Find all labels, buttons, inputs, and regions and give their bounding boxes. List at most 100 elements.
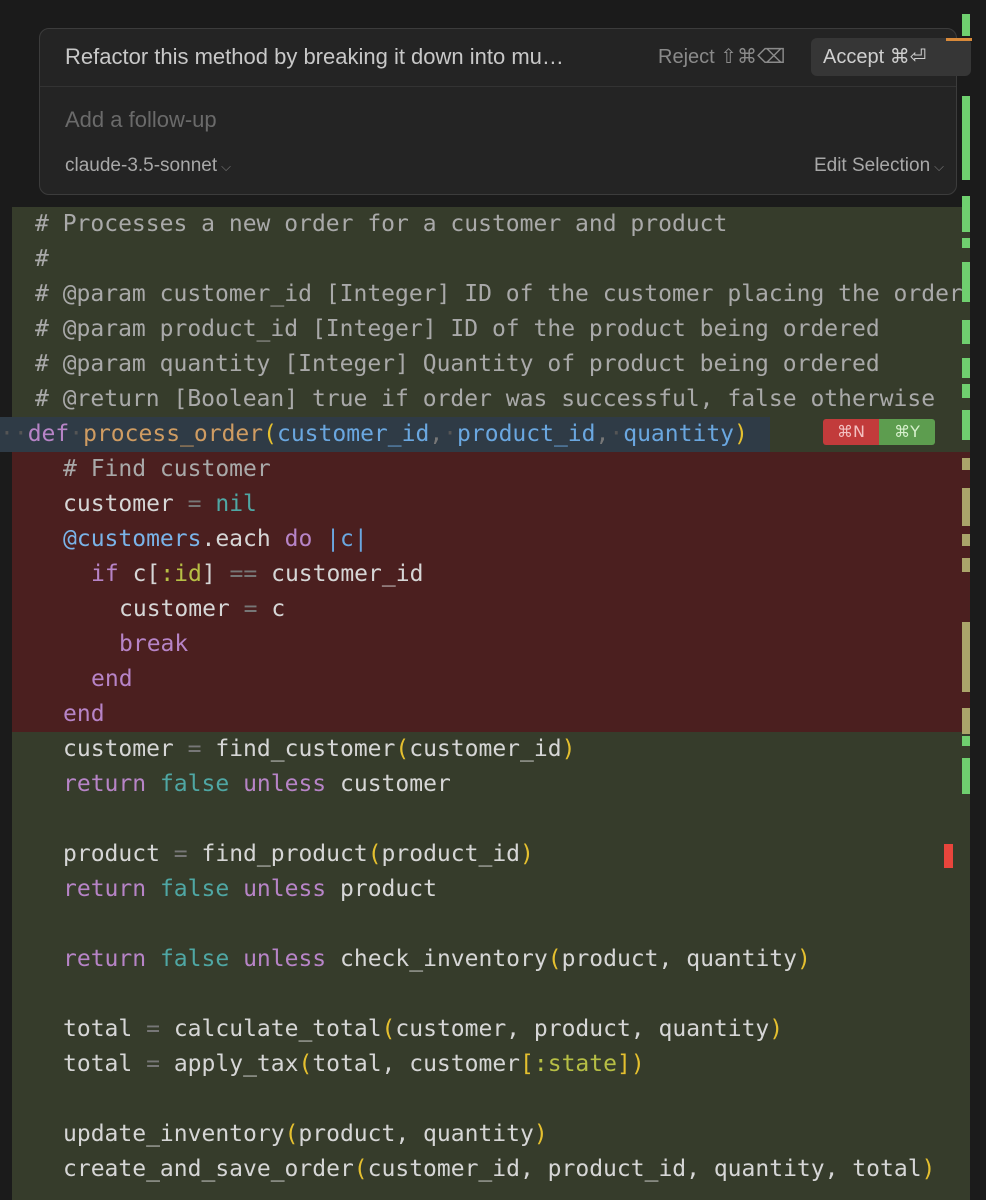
keyword: return	[63, 876, 147, 902]
reject-hunk-badge[interactable]: ⌘N	[823, 419, 879, 445]
comment: # Processes a new order for a customer a…	[35, 211, 728, 237]
identifier: total	[63, 1051, 133, 1077]
argument: product_id	[381, 841, 521, 867]
mode-selector[interactable]: Edit Selection ⌵	[814, 155, 944, 177]
argument: product, quantity	[298, 1121, 534, 1147]
keyword: do	[284, 526, 313, 552]
diff-marker	[962, 534, 970, 546]
code-line: # @param customer_id [Integer] ID of the…	[35, 277, 963, 312]
diff-marker	[962, 558, 970, 572]
identifier: customer_id	[271, 561, 424, 587]
prompt-row: Refactor this method by breaking it down…	[40, 29, 971, 87]
diff-marker	[962, 238, 970, 248]
accept-button[interactable]: Accept ⌘⏎	[811, 38, 971, 76]
literal: false	[159, 876, 230, 902]
added-line: update_inventory(product, quantity)	[63, 1121, 548, 1147]
literal: false	[159, 771, 230, 797]
diff-marker	[962, 758, 970, 794]
keyword: unless	[243, 876, 327, 902]
function-call: find_product	[201, 841, 368, 867]
removed-line: @customers.each do |c|	[63, 522, 368, 557]
reject-button[interactable]: Reject ⇧⌘⌫	[658, 44, 785, 69]
keyword: end	[63, 701, 105, 727]
chevron-down-icon: ⌵	[934, 159, 944, 174]
function-call: create_and_save_order	[63, 1156, 354, 1182]
argument: customer, product, quantity	[395, 1016, 770, 1042]
diff-marker	[962, 196, 970, 232]
instance-var: @customers	[63, 526, 202, 552]
symbol: :id	[160, 561, 202, 587]
model-name: claude-3.5-sonnet	[65, 155, 218, 176]
param: |c|	[326, 526, 368, 552]
keyword: if	[91, 561, 119, 587]
removed-line: end	[63, 697, 105, 732]
added-line: total = apply_tax(total, customer[:state…	[63, 1051, 645, 1077]
error-marker	[944, 844, 953, 868]
diff-marker	[962, 488, 970, 526]
identifier: product	[340, 876, 437, 902]
removed-line: customer = c	[119, 596, 286, 622]
symbol: :state	[533, 1051, 617, 1077]
accept-hunk-badge[interactable]: ⌘Y	[879, 419, 935, 445]
removed-line: customer = nil	[63, 491, 257, 517]
keyword: return	[63, 771, 147, 797]
added-line: return false unless check_inventory(prod…	[63, 946, 811, 972]
chevron-down-icon: ⌵	[221, 159, 231, 174]
identifier: customer	[63, 491, 174, 517]
method: .each	[201, 526, 271, 552]
added-line: return false unless customer	[63, 767, 451, 802]
argument: total, customer	[312, 1051, 521, 1077]
keyword: break	[119, 631, 189, 657]
comment: # @param customer_id [Integer] ID of the…	[35, 281, 963, 307]
keyword: unless	[243, 771, 327, 797]
mode-name: Edit Selection	[813, 155, 931, 176]
prompt-text[interactable]: Refactor this method by breaking it down…	[65, 44, 564, 70]
identifier: product	[63, 841, 160, 867]
added-line: total = calculate_total(customer, produc…	[63, 1016, 784, 1042]
code-line: # @param quantity [Integer] Quantity of …	[35, 347, 880, 382]
function-call: check_inventory	[340, 946, 548, 972]
diff-marker	[962, 96, 970, 180]
added-line: product = find_product(product_id)	[63, 841, 534, 867]
function-call: update_inventory	[63, 1121, 285, 1147]
diff-marker	[962, 458, 970, 470]
code-line: # @param product_id [Integer] ID of the …	[35, 312, 880, 347]
cursor-marker	[946, 38, 972, 41]
keyword: def	[27, 421, 70, 447]
identifier: c	[271, 596, 286, 622]
followup-input[interactable]: Add a follow-up	[65, 107, 217, 133]
diff-marker	[962, 262, 970, 302]
code-line: # @return [Boolean] true if order was su…	[35, 382, 935, 417]
function-call: apply_tax	[173, 1051, 299, 1077]
argument: customer_id	[409, 736, 562, 762]
diff-marker	[962, 358, 970, 378]
function-call: calculate_total	[173, 1016, 382, 1042]
argument: product, quantity	[561, 946, 797, 972]
model-selector[interactable]: claude-3.5-sonnet ⌵	[65, 155, 231, 177]
param: customer_id	[276, 421, 430, 447]
comment: # @return [Boolean] true if order was su…	[35, 386, 936, 412]
comment: # Find customer	[63, 456, 271, 482]
code-line: #	[35, 242, 49, 277]
diff-marker	[962, 384, 970, 398]
operator: ==	[229, 561, 258, 587]
added-line: create_and_save_order(customer_id, produ…	[63, 1156, 936, 1182]
param: quantity	[623, 421, 735, 447]
function-call: find_customer	[215, 736, 396, 762]
comment: # @param quantity [Integer] Quantity of …	[35, 351, 880, 377]
function-name: process_order	[83, 421, 264, 447]
keyword: end	[91, 666, 133, 692]
removed-line: # Find customer	[63, 452, 271, 487]
identifier: customer	[119, 596, 230, 622]
added-line: return false unless product	[63, 872, 437, 907]
literal: false	[159, 946, 230, 972]
diff-marker	[962, 14, 970, 36]
diff-marker	[962, 708, 970, 734]
param: product_id	[457, 421, 596, 447]
diff-marker	[962, 410, 970, 440]
keyword: unless	[243, 946, 327, 972]
identifier: c	[132, 561, 147, 587]
removed-line: if c[:id] == customer_id	[91, 561, 424, 587]
inline-edit-panel: Refactor this method by breaking it down…	[39, 28, 971, 195]
diff-marker	[962, 736, 970, 746]
